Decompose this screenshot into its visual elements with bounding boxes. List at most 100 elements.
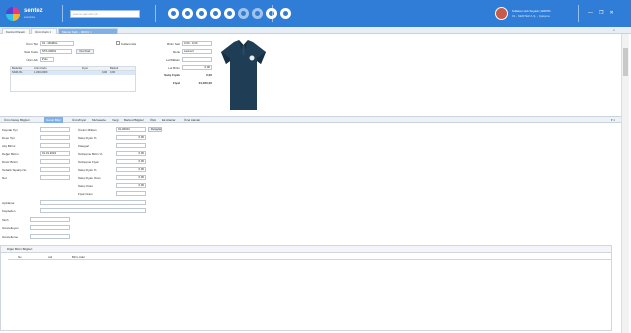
units-grid-header-cell: Birim Adet [72, 255, 85, 259]
detail-field[interactable] [40, 175, 70, 180]
birim-seti-field[interactable]: 0,00 - 0,00 [182, 41, 212, 46]
units-grid: Diğer Birim Bilgileri No Adı Birim Adet [0, 245, 612, 331]
product-image[interactable] [217, 38, 270, 114]
detail-field[interactable]: 0,00 [116, 183, 146, 188]
detail-field[interactable]: 0,00 [116, 151, 146, 156]
stok-kodu-field[interactable]: STK-00001 [40, 49, 72, 54]
units-grid-header-cell: No [18, 255, 22, 259]
detail-label: Döviz Birimi [2, 160, 18, 164]
detail-field[interactable] [40, 143, 70, 148]
detail-field[interactable]: 01.01.2019 [40, 151, 70, 156]
toolbar-bell-icon[interactable] [280, 8, 291, 19]
detail-field[interactable] [116, 143, 146, 148]
detail-label: Satış Oranı [78, 184, 94, 188]
units-grid-header-cell: Adı [48, 255, 53, 259]
logo-subtitle: enterprise [24, 16, 36, 19]
toolbar-report-icon[interactable] [238, 8, 249, 19]
detail-field[interactable]: 0,00 [116, 175, 146, 180]
fiyat-label: Fiyat [172, 81, 180, 85]
toolbar-refresh-icon[interactable] [182, 8, 193, 19]
polo-shirt-image [221, 40, 266, 110]
tab-item-card[interactable]: Mamul Kartı - 00001 × [58, 28, 118, 34]
tabs-bar: Kontrol Paneli Ürün Kartı × Mamul Kartı … [0, 27, 631, 34]
toolbar-home-icon[interactable] [168, 8, 179, 19]
table-row[interactable]: S/M/L/XL 1-000-0000 0,00 0,00 [11, 71, 135, 75]
detail-label: Not [2, 176, 7, 180]
detail-label: Depo Tipi [2, 136, 15, 140]
detail-field[interactable] [30, 225, 70, 230]
fiyat-value: 24,000,00 [198, 81, 212, 85]
detail-field[interactable] [116, 191, 146, 196]
detail-field[interactable] [40, 159, 70, 164]
divider [155, 5, 156, 22]
top-bar: sentez enterprise arama yapmak için... K… [0, 0, 631, 27]
detail-label: Satış Fiyatı % [78, 168, 97, 172]
window-controls: — ❐ ✕ [588, 10, 614, 16]
urun-adi-label: Ürün Adı [26, 58, 38, 62]
logo-icon [6, 7, 20, 21]
stok-kodu-label: Stok Kodu [24, 50, 38, 54]
minimize-icon[interactable]: — [588, 10, 593, 16]
new-code-button[interactable]: Yeni Kod [76, 49, 94, 54]
detail-field[interactable]: 01-00001 [116, 127, 146, 132]
tab-dashboard[interactable]: Kontrol Paneli [2, 28, 30, 34]
detail-label: Üretim Miktarı [78, 128, 97, 132]
avatar[interactable] [495, 7, 508, 20]
maximize-icon[interactable]: ❐ [599, 10, 603, 16]
details-button[interactable]: Detaylar [148, 127, 162, 132]
units-grid-header: No Adı Birim Adet [8, 254, 612, 260]
grid-header-cell: Barkod [110, 67, 119, 70]
vertical-scrollbar[interactable] [621, 34, 629, 333]
detail-field[interactable] [30, 217, 70, 222]
detail-label: Alış Birimi [2, 144, 16, 148]
kullanimda-checkbox[interactable] [116, 41, 120, 45]
lot-label: Lot/Miktarı [165, 58, 180, 62]
search-input[interactable]: arama yapmak için... [70, 10, 140, 18]
logo-text: sentez [24, 8, 43, 14]
grid-cell: S/M/L/XL [12, 71, 23, 74]
toolbar-settings-icon[interactable] [252, 8, 263, 19]
detail-field[interactable] [40, 135, 70, 140]
detail-field[interactable]: 0,00 [116, 135, 146, 140]
detail-field[interactable] [30, 234, 70, 239]
birim-seti-label: Birim Seti [167, 42, 180, 46]
satis-value: 0,00 [206, 73, 212, 77]
user-name: Kullanıcı Adı Soyadı | ERP01 [512, 9, 551, 13]
toolbar-mail-icon[interactable] [224, 8, 235, 19]
scrollbar-thumb[interactable] [623, 48, 628, 76]
renk-field[interactable]: Lacivert [182, 49, 212, 54]
detail-label: Değer Birimi [2, 152, 19, 156]
detail-label: Fiyat Oranı [78, 192, 93, 196]
grid-cell: 1-000-0000 [34, 71, 48, 74]
detail-field[interactable] [40, 127, 70, 132]
divider [578, 5, 579, 22]
detail-field[interactable] [40, 208, 146, 213]
detail-label: Kaynak Tipi [2, 128, 18, 132]
detail-label: Tedarik Sipariş No [2, 168, 27, 172]
lot-birim-field[interactable]: 0,00 [182, 65, 212, 70]
grid-header-cell: Bedenler [12, 67, 23, 70]
close-icon[interactable]: ✕ [609, 10, 613, 16]
detail-label: Sözleşme Birim % [78, 152, 103, 156]
detail-field[interactable]: 0,00 [116, 167, 146, 172]
grid-cell: 0,00 [110, 71, 116, 74]
toolbar-apps-icon[interactable] [196, 8, 207, 19]
grid-header-cell: Fiyat [82, 67, 88, 70]
urun-tipi-field[interactable]: 01 - MAMUL [40, 41, 74, 46]
detail-field[interactable] [40, 167, 70, 172]
tab-product-card[interactable]: Ürün Kartı × [31, 28, 57, 34]
detail-field[interactable]: 0,00 [116, 159, 146, 164]
detail-label: Tarih [2, 218, 9, 222]
divider [62, 5, 63, 22]
user-company: 01 - SENTEZ A.Ş. - Çalışma [512, 14, 550, 18]
close-all-tabs-icon[interactable]: × [613, 28, 615, 32]
grid-cell: 0,00 [101, 71, 107, 74]
lot-field[interactable] [182, 57, 212, 62]
detail-field[interactable] [40, 200, 146, 205]
lot-birim-label: Lot Birim [168, 66, 180, 70]
detail-label: Kategori [78, 144, 90, 148]
toolbar-calendar-icon[interactable] [210, 8, 221, 19]
variant-grid: Bedenler Ürün Kodu Fiyat Barkod S/M/L/XL… [10, 66, 136, 92]
renk-label: Renk [172, 50, 180, 54]
urun-adi-field[interactable]: Polo [40, 57, 54, 62]
